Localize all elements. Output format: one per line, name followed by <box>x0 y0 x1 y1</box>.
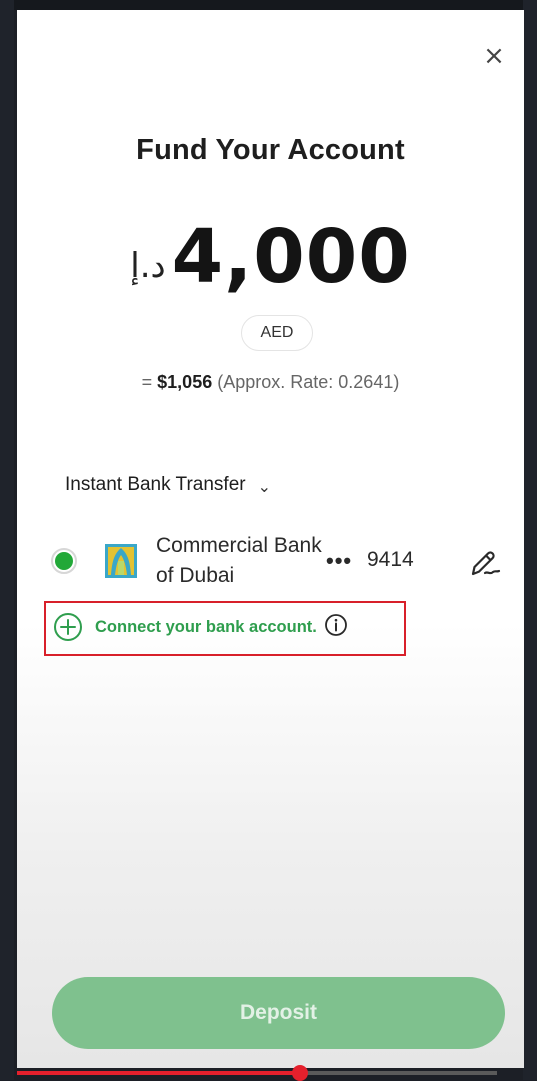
window-top-edge <box>0 0 537 10</box>
chevron-down-icon: ⌄ <box>257 476 271 496</box>
account-radio[interactable] <box>51 548 77 574</box>
connect-bank-link[interactable]: Connect your bank account. <box>53 612 348 642</box>
video-progress-knob[interactable] <box>292 1065 309 1081</box>
bank-name: Commercial Bank of Dubai <box>156 534 322 587</box>
radio-selected-dot <box>55 552 73 570</box>
amount-display: د.إ 4,000 <box>17 216 524 298</box>
close-button[interactable]: × <box>482 41 506 71</box>
bank-account-option[interactable]: Commercial Bank of Dubai ••• 9414 <box>47 528 507 594</box>
payment-method-label: Instant Bank Transfer <box>65 474 246 495</box>
deposit-button[interactable]: Deposit <box>52 977 505 1049</box>
connect-bank-label: Connect your bank account. <box>95 617 317 636</box>
plus-circle-icon <box>54 613 82 641</box>
info-icon[interactable] <box>324 613 348 637</box>
edit-account-button[interactable] <box>468 548 502 580</box>
window-right-edge <box>523 0 537 1080</box>
close-icon: × <box>483 41 505 71</box>
pen-icon <box>471 551 501 576</box>
account-last4: 9414 <box>367 548 414 571</box>
payment-method-dropdown[interactable]: Instant Bank Transfer ⌄ <box>65 474 271 496</box>
exchange-rate: (Approx. Rate: 0.2641) <box>217 372 400 392</box>
video-progress-fill <box>17 1071 301 1075</box>
usd-equivalent: $1,056 <box>157 372 213 392</box>
conversion-prefix: = <box>141 372 158 392</box>
currency-selector[interactable]: AED <box>241 315 313 351</box>
fund-account-modal: × Fund Your Account د.إ 4,000 AED = $1,0… <box>17 10 524 1068</box>
video-progress-track[interactable] <box>17 1065 497 1081</box>
currency-symbol: د.إ <box>130 246 166 286</box>
amount-value[interactable]: 4,000 <box>172 216 411 298</box>
modal-title: Fund Your Account <box>136 134 405 166</box>
window-left-edge <box>0 0 14 1080</box>
conversion-line: = $1,056 (Approx. Rate: 0.2641) <box>17 372 524 393</box>
account-mask: ••• <box>326 548 353 573</box>
bank-logo-icon <box>105 544 137 578</box>
